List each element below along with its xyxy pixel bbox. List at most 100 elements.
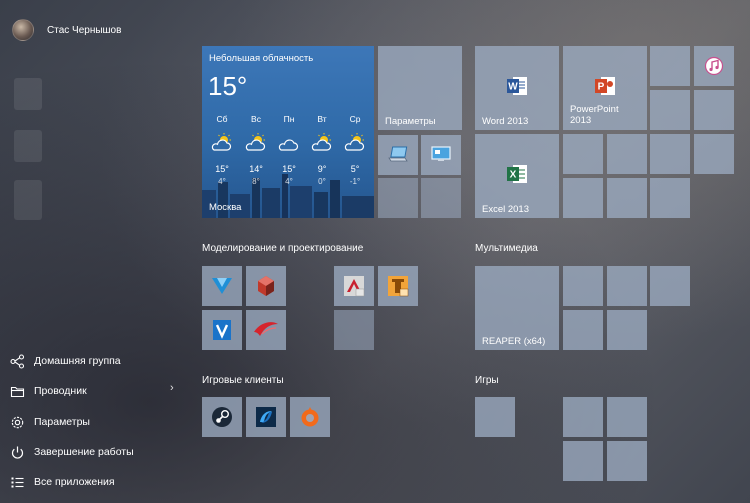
group-title-modeling[interactable]: Моделирование и проектирование (202, 243, 363, 254)
modeling-app-tile-2[interactable] (246, 266, 286, 306)
modeling-app-tile-5[interactable] (202, 310, 242, 350)
forecast-day: Вс (251, 114, 261, 124)
modeling-app-tile-1[interactable] (202, 266, 242, 306)
inventor-icon (388, 276, 409, 297)
partly-cloudy-icon (211, 133, 232, 151)
user-name: Стас Чернышов (47, 24, 122, 36)
empty-tile[interactable] (607, 310, 647, 350)
all-apps-menu-item[interactable]: Все приложения (10, 472, 115, 492)
word-icon: W (507, 77, 527, 95)
forecast-day: Пн (283, 114, 295, 124)
empty-tile[interactable] (421, 178, 461, 218)
vector-app-icon (212, 278, 232, 294)
forecast-low: 8° (252, 177, 260, 186)
reaper-tile-label: REAPER (x64) (482, 336, 546, 347)
forecast-day: Вт (317, 114, 327, 124)
group-title-game-clients[interactable]: Игровые клиенты (202, 375, 284, 386)
excel-tile-label: Excel 2013 (482, 204, 530, 215)
empty-tile[interactable] (694, 134, 734, 174)
empty-tile[interactable] (607, 134, 647, 174)
homegroup-menu-item[interactable]: Домашняя группа (10, 351, 121, 371)
empty-tile[interactable] (475, 397, 515, 437)
weather-city: Москва (209, 202, 242, 213)
itunes-tile[interactable] (694, 46, 734, 86)
empty-tile[interactable] (650, 90, 690, 130)
forecast-low: 4° (285, 177, 293, 186)
word-tile-label: Word 2013 (482, 116, 529, 127)
shutdown-menu-item[interactable]: Завершение работы (10, 442, 134, 462)
partly-cloudy-icon (245, 133, 266, 151)
explorer-menu-item[interactable]: Проводник (10, 381, 87, 401)
autocad-icon (344, 276, 365, 297)
user-account[interactable]: Стас Чернышов (12, 19, 121, 41)
empty-tile[interactable] (607, 397, 647, 437)
empty-tile[interactable] (563, 134, 603, 174)
empty-tile[interactable] (650, 46, 690, 86)
empty-tile[interactable] (607, 441, 647, 481)
explorer-label: Проводник (34, 385, 87, 397)
empty-tile[interactable] (607, 266, 647, 306)
empty-tile[interactable] (650, 266, 690, 306)
chevron-right-icon[interactable]: › (170, 382, 174, 394)
sketch-app-icon (254, 322, 278, 336)
empty-tile[interactable] (694, 90, 734, 130)
settings-menu-item[interactable]: Параметры (10, 412, 90, 432)
forecast-low: 0° (318, 177, 326, 186)
blurred-app-icon (14, 180, 42, 220)
steam-tile[interactable] (202, 397, 242, 437)
gear-icon (11, 416, 24, 428)
forecast-day: Ср (349, 114, 361, 124)
empty-tile[interactable] (563, 310, 603, 350)
word-tile[interactable]: W Word 2013 (475, 46, 559, 130)
homegroup-label: Домашняя группа (34, 355, 121, 367)
empty-tile[interactable] (563, 441, 603, 481)
weather-temperature: 15° (208, 71, 248, 101)
modeling-app-tile-3[interactable] (334, 266, 374, 306)
weather-tile[interactable]: Небольшая облачность 15° Сб Вс Пн Вт Ср … (202, 46, 374, 218)
group-title-games[interactable]: Игры (475, 375, 499, 386)
empty-tile[interactable] (563, 397, 603, 437)
all-apps-label: Все приложения (34, 476, 115, 488)
modeling-app-tile-6[interactable] (246, 310, 286, 350)
empty-tile[interactable] (563, 178, 603, 218)
svg-text:W: W (508, 82, 518, 93)
visio-icon (213, 320, 231, 340)
steam-icon (212, 407, 232, 427)
folder-icon (10, 386, 25, 397)
origin-icon (301, 407, 319, 427)
empty-tile[interactable] (378, 178, 418, 218)
partly-cloudy-icon (344, 133, 365, 151)
powerpoint-tile[interactable]: P PowerPoint 2013 (563, 46, 647, 130)
svg-text:X: X (510, 170, 517, 181)
group-title-multimedia[interactable]: Мультимедиа (475, 243, 538, 254)
forecast-high: 15° (282, 164, 296, 174)
empty-tile[interactable] (650, 134, 690, 174)
settings-tile[interactable]: Параметры (378, 46, 462, 130)
origin-tile[interactable] (290, 397, 330, 437)
empty-tile[interactable] (334, 310, 374, 350)
game-client-tile-2[interactable] (246, 397, 286, 437)
small-tile-screen[interactable] (421, 135, 461, 175)
forecast-low: -1° (349, 177, 361, 186)
excel-tile[interactable]: X Excel 2013 (475, 134, 559, 218)
empty-tile[interactable] (650, 178, 690, 218)
empty-tile[interactable] (607, 178, 647, 218)
weather-condition: Небольшая облачность (209, 53, 314, 64)
battle-net-icon (256, 407, 276, 427)
homegroup-icon (10, 353, 25, 369)
forecast-high: 15° (215, 164, 229, 174)
modeling-app-tile-4[interactable] (378, 266, 418, 306)
avatar (12, 19, 34, 41)
small-tile-computer[interactable] (378, 135, 418, 175)
list-icon (11, 477, 24, 487)
3d-cube-icon (258, 276, 274, 296)
excel-icon: X (507, 165, 527, 183)
computer-icon (388, 146, 408, 162)
forecast-low: 4° (218, 177, 226, 186)
start-left-pane: Стас Чернышов Домашняя группа Проводник … (0, 0, 190, 503)
powerpoint-tile-label: PowerPoint 2013 (570, 104, 619, 126)
empty-tile[interactable] (563, 266, 603, 306)
blurred-app-icon (14, 130, 42, 162)
svg-text:P: P (598, 82, 605, 93)
reaper-tile[interactable]: REAPER (x64) (475, 266, 559, 350)
